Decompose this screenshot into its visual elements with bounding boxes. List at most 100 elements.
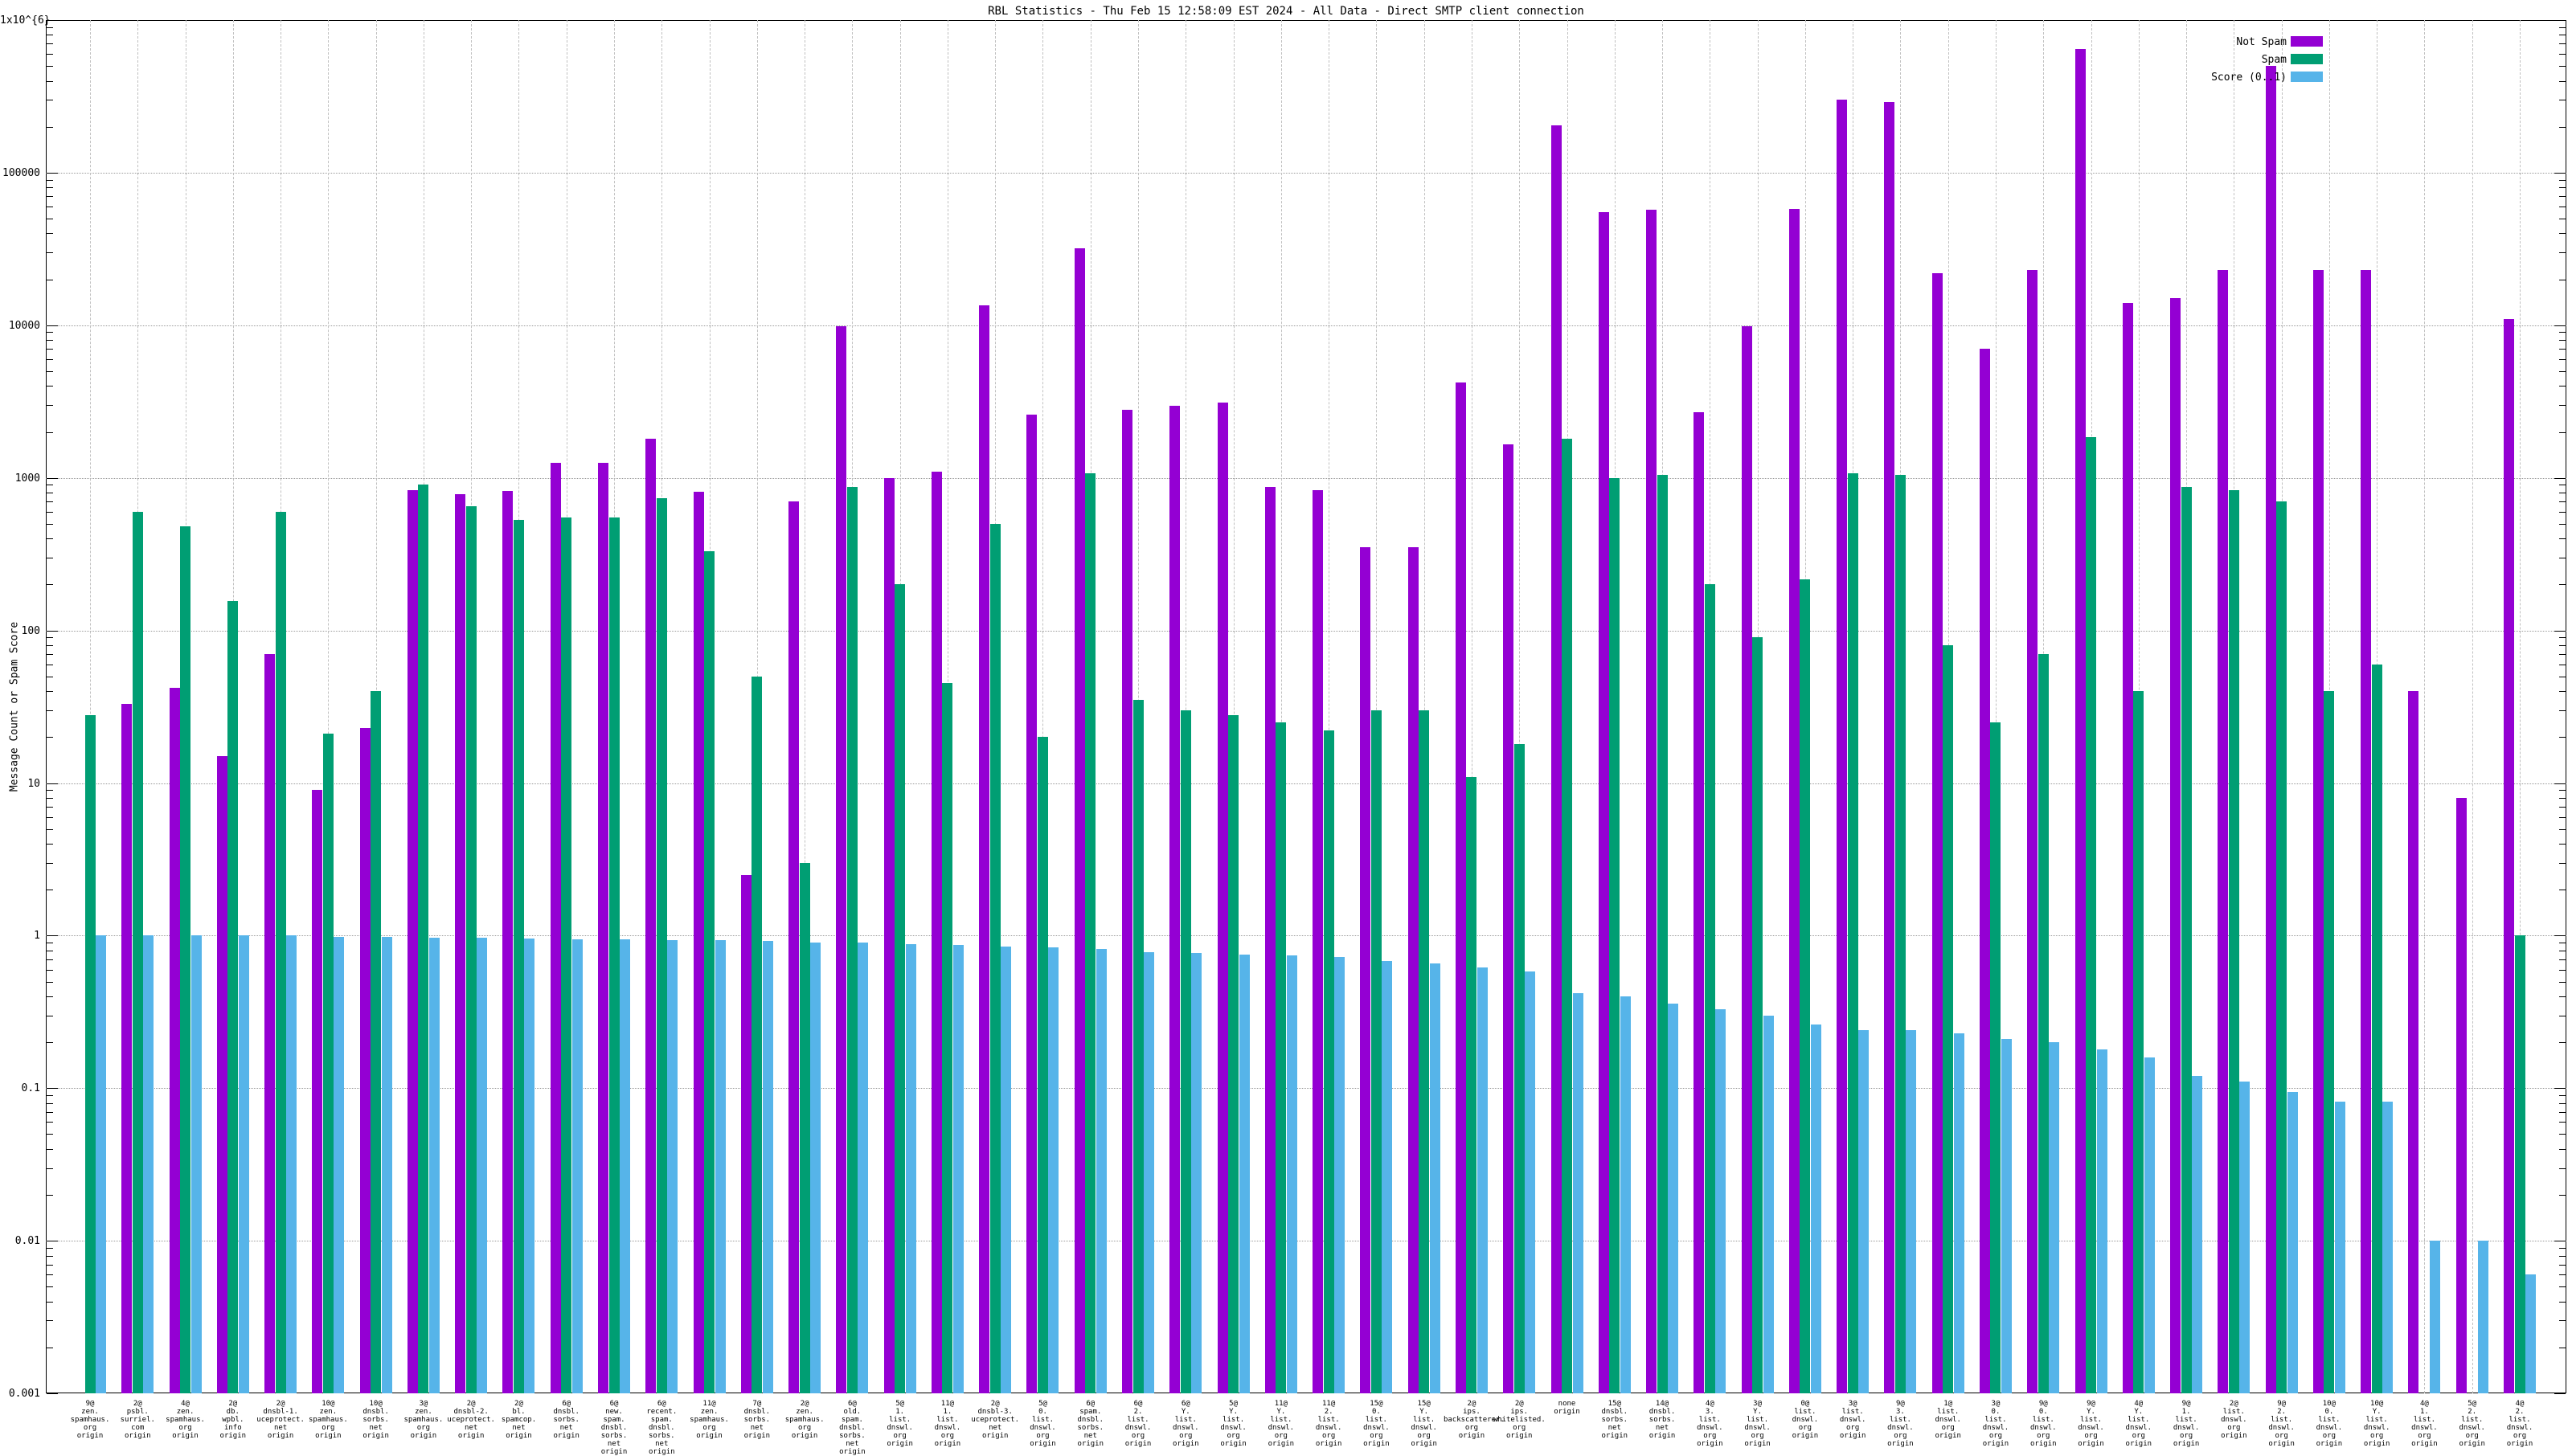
bar-not-spam	[2122, 303, 2133, 1393]
y-minor-tick	[47, 654, 53, 656]
bar-not-spam	[216, 756, 227, 1393]
legend-label-score: Score (0..1)	[2211, 72, 2287, 84]
bar-score	[2239, 1082, 2250, 1393]
bar-score	[620, 939, 631, 1393]
bar-spam	[1180, 710, 1191, 1393]
bar-score	[2192, 1076, 2203, 1393]
y-minor-tick	[2559, 969, 2566, 971]
y-minor-tick	[47, 1168, 53, 1169]
y-minor-tick	[2559, 959, 2566, 960]
bar-spam	[2228, 490, 2239, 1393]
bar-spam	[1228, 714, 1239, 1393]
y-tick-label: 0.1	[21, 1082, 40, 1095]
bar-score	[1858, 1030, 1870, 1393]
y-minor-tick	[47, 501, 53, 503]
y-minor-tick	[47, 1102, 53, 1104]
y-minor-tick	[2559, 1274, 2566, 1276]
y-minor-tick	[47, 405, 53, 407]
y-minor-tick	[2559, 654, 2566, 656]
y-minor-tick	[2559, 691, 2566, 693]
bar-not-spam	[1217, 403, 1228, 1393]
bar-not-spam	[788, 501, 800, 1393]
y-minor-tick	[2559, 501, 2566, 503]
y-major-tick	[2554, 477, 2566, 479]
bar-spam	[1419, 710, 1430, 1393]
y-minor-tick	[2559, 1320, 2566, 1322]
bar-score	[667, 939, 678, 1393]
bar-score	[2525, 1274, 2536, 1393]
bar-spam	[1037, 737, 1048, 1393]
bar-spam	[895, 584, 906, 1393]
y-minor-tick	[2559, 187, 2566, 189]
y-minor-tick	[2559, 340, 2566, 342]
bar-score	[2049, 1042, 2060, 1393]
bar-spam	[846, 487, 858, 1393]
y-minor-tick	[2559, 349, 2566, 350]
y-minor-tick	[47, 1094, 53, 1096]
bar-score	[1572, 992, 1583, 1393]
y-minor-tick	[2559, 196, 2566, 198]
bar-score	[143, 935, 154, 1393]
bar-score	[524, 938, 535, 1393]
y-minor-tick	[47, 1134, 53, 1135]
y-tick-label: 100000	[2, 166, 40, 179]
y-tick-label: 1000	[14, 472, 40, 485]
y-minor-tick	[47, 431, 53, 433]
bar-score	[2287, 1091, 2298, 1393]
bar-spam	[322, 734, 334, 1393]
bar-spam	[227, 601, 239, 1393]
bar-not-spam	[359, 727, 371, 1393]
y-minor-tick	[47, 996, 53, 997]
bar-score	[238, 935, 249, 1393]
bar-not-spam	[2408, 691, 2419, 1393]
y-minor-tick	[2559, 66, 2566, 67]
bar-not-spam	[264, 654, 276, 1393]
bar-score	[1476, 967, 1488, 1393]
bar-not-spam	[502, 491, 514, 1393]
y-minor-tick	[2559, 737, 2566, 738]
y-minor-tick	[47, 80, 53, 82]
y-minor-tick	[2559, 1247, 2566, 1249]
bar-spam	[1752, 637, 1763, 1393]
bar-score	[477, 937, 488, 1393]
bar-not-spam	[1264, 487, 1276, 1393]
bar-not-spam	[169, 688, 180, 1393]
bar-spam	[1132, 700, 1144, 1393]
bar-not-spam	[2218, 270, 2229, 1393]
y-minor-tick	[2559, 431, 2566, 433]
legend-swatch-score	[2291, 72, 2323, 82]
bar-score	[571, 939, 583, 1393]
bar-spam	[2038, 654, 2049, 1393]
y-major-tick	[2554, 630, 2566, 632]
bar-spam	[84, 714, 96, 1393]
bar-spam	[561, 517, 572, 1393]
bar-not-spam	[1646, 210, 1657, 1393]
y-tick-label: 0.01	[14, 1235, 40, 1248]
bar-spam	[1800, 579, 1811, 1393]
bar-spam	[371, 691, 382, 1393]
bar-score	[1525, 971, 1536, 1393]
bar-score	[1144, 951, 1155, 1393]
y-major-tick	[2554, 1393, 2566, 1395]
bar-not-spam	[645, 439, 657, 1393]
y-minor-tick	[47, 828, 53, 830]
y-minor-tick	[2559, 523, 2566, 525]
y-minor-tick	[2559, 27, 2566, 28]
rbl-statistics-chart: RBL Statistics - Thu Feb 15 12:58:09 EST…	[0, 0, 2572, 1456]
y-minor-tick	[2559, 1195, 2566, 1196]
y-minor-tick	[47, 252, 53, 254]
bar-score	[2001, 1039, 2012, 1393]
y-minor-tick	[47, 66, 53, 67]
bar-not-spam	[1837, 100, 1848, 1393]
y-minor-tick	[47, 340, 53, 342]
bar-not-spam	[407, 490, 418, 1393]
y-minor-tick	[2559, 1255, 2566, 1257]
bar-score	[715, 940, 726, 1393]
bar-not-spam	[2027, 270, 2038, 1393]
y-minor-tick	[47, 523, 53, 525]
y-tick-label: 100	[21, 624, 40, 637]
bar-spam	[989, 523, 1001, 1393]
bar-spam	[2324, 691, 2335, 1393]
y-minor-tick	[2559, 80, 2566, 82]
bar-not-spam	[1360, 547, 1371, 1393]
